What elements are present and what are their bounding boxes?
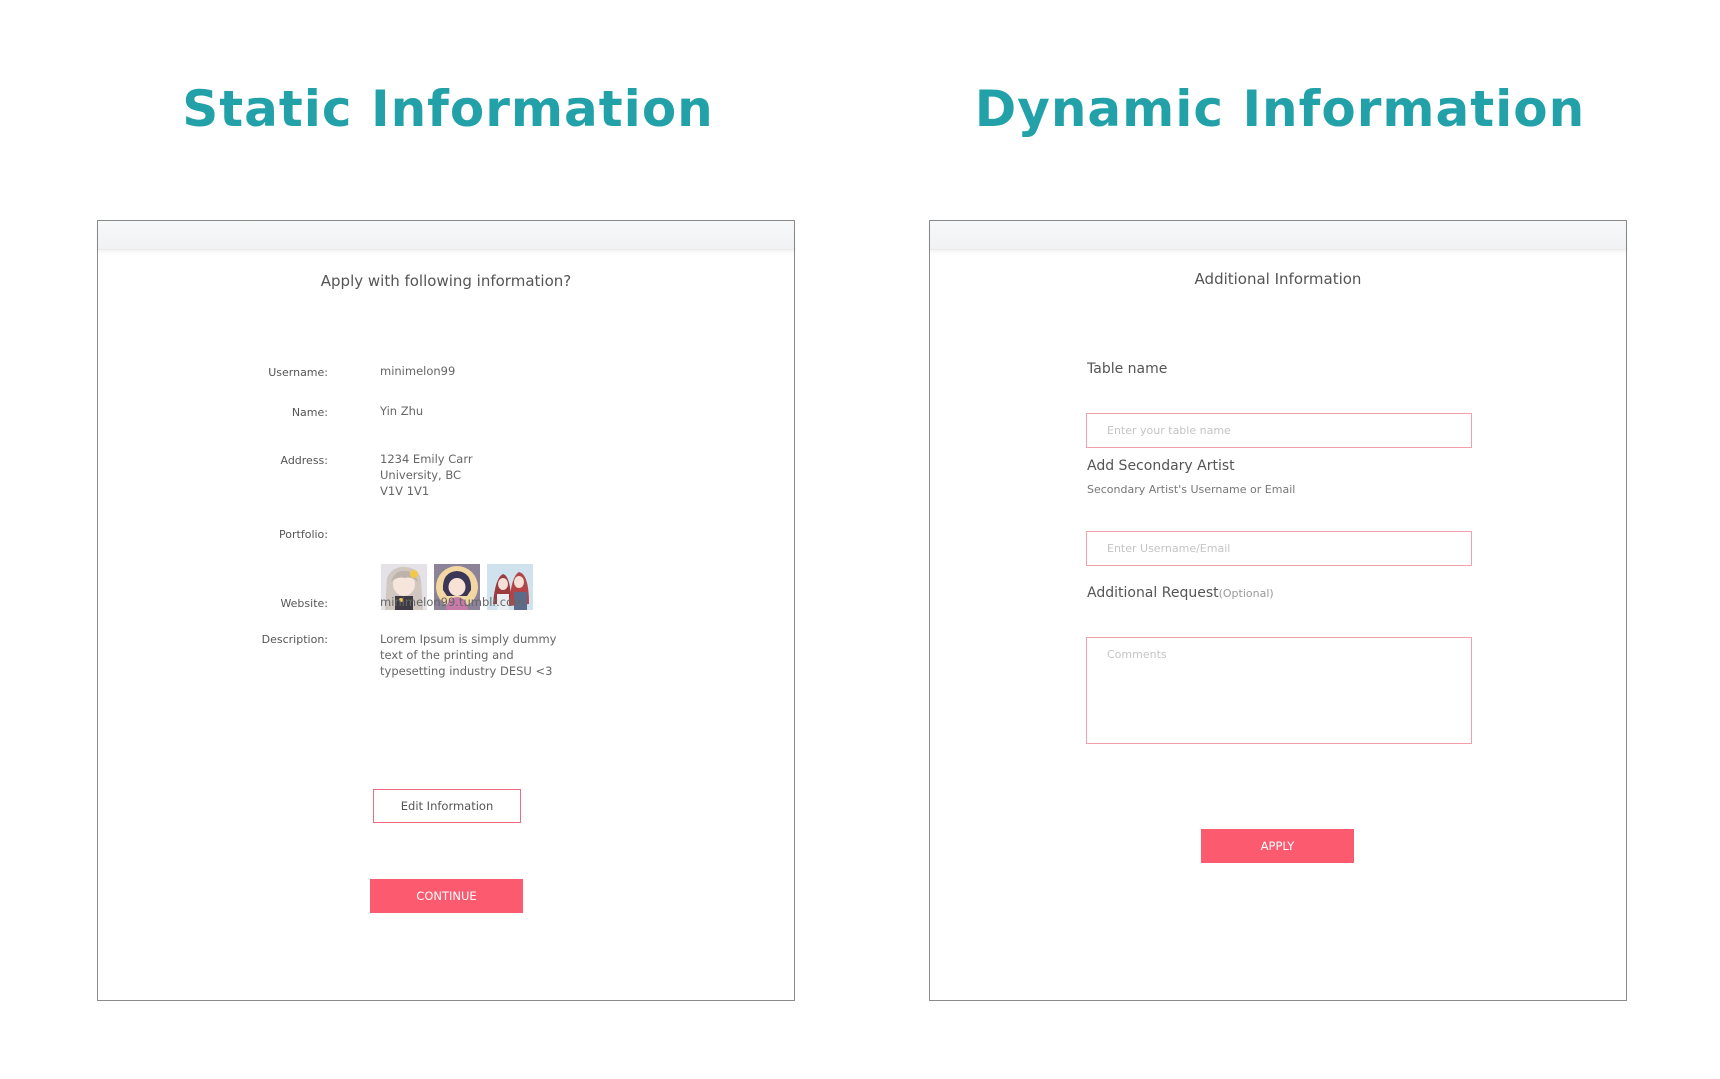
name-value: Yin Zhu	[380, 404, 424, 418]
panel-top-bar	[930, 221, 1626, 250]
name-label: Name:	[291, 406, 328, 419]
website-label: Website:	[280, 597, 328, 610]
table-name-label: Table name	[1087, 361, 1168, 377]
additional-request-label: Additional Request(Optional)	[1087, 585, 1274, 601]
secondary-artist-sublabel: Secondary Artist's Username or Email	[1087, 483, 1296, 496]
edit-information-button[interactable]: Edit Information	[373, 789, 521, 823]
dynamic-information-panel: Additional Information Table name Add Se…	[929, 220, 1627, 1001]
table-name-input[interactable]	[1086, 413, 1472, 448]
apply-button[interactable]: APPLY	[1201, 829, 1354, 863]
description-label: Description:	[261, 633, 328, 646]
address-label: Address:	[280, 454, 328, 467]
static-information-title: Static Information	[182, 80, 714, 138]
description-line: typesetting industry DESU <3	[380, 664, 553, 678]
comments-textarea[interactable]	[1086, 637, 1472, 744]
panel-top-bar	[98, 221, 794, 250]
address-line: University, BC	[380, 468, 462, 482]
portfolio-label: Portfolio:	[279, 528, 328, 541]
static-panel-heading: Apply with following information?	[320, 272, 572, 290]
username-value: minimelon99	[380, 364, 456, 378]
dynamic-information-title: Dynamic Information	[974, 80, 1586, 138]
address-line: 1234 Emily Carr	[380, 452, 473, 466]
description-value: Lorem Ipsum is simply dummy text of the …	[380, 631, 556, 679]
address-line: V1V 1V1	[380, 484, 430, 498]
secondary-artist-label: Add Secondary Artist	[1087, 458, 1235, 474]
static-information-panel: Apply with following information? Userna…	[97, 220, 795, 1001]
address-value: 1234 Emily Carr University, BC V1V 1V1	[380, 451, 473, 499]
additional-request-label-text: Additional Request	[1087, 585, 1219, 601]
description-line: text of the printing and	[380, 648, 514, 662]
continue-button[interactable]: CONTINUE	[370, 879, 523, 913]
description-line: Lorem Ipsum is simply dummy	[380, 632, 557, 646]
secondary-artist-input[interactable]	[1086, 531, 1472, 566]
website-value[interactable]: minimelon99.tumblr.com	[380, 594, 524, 610]
username-label: Username:	[268, 366, 328, 379]
optional-tag: (Optional)	[1218, 587, 1274, 600]
dynamic-panel-heading: Additional Information	[1194, 270, 1362, 288]
